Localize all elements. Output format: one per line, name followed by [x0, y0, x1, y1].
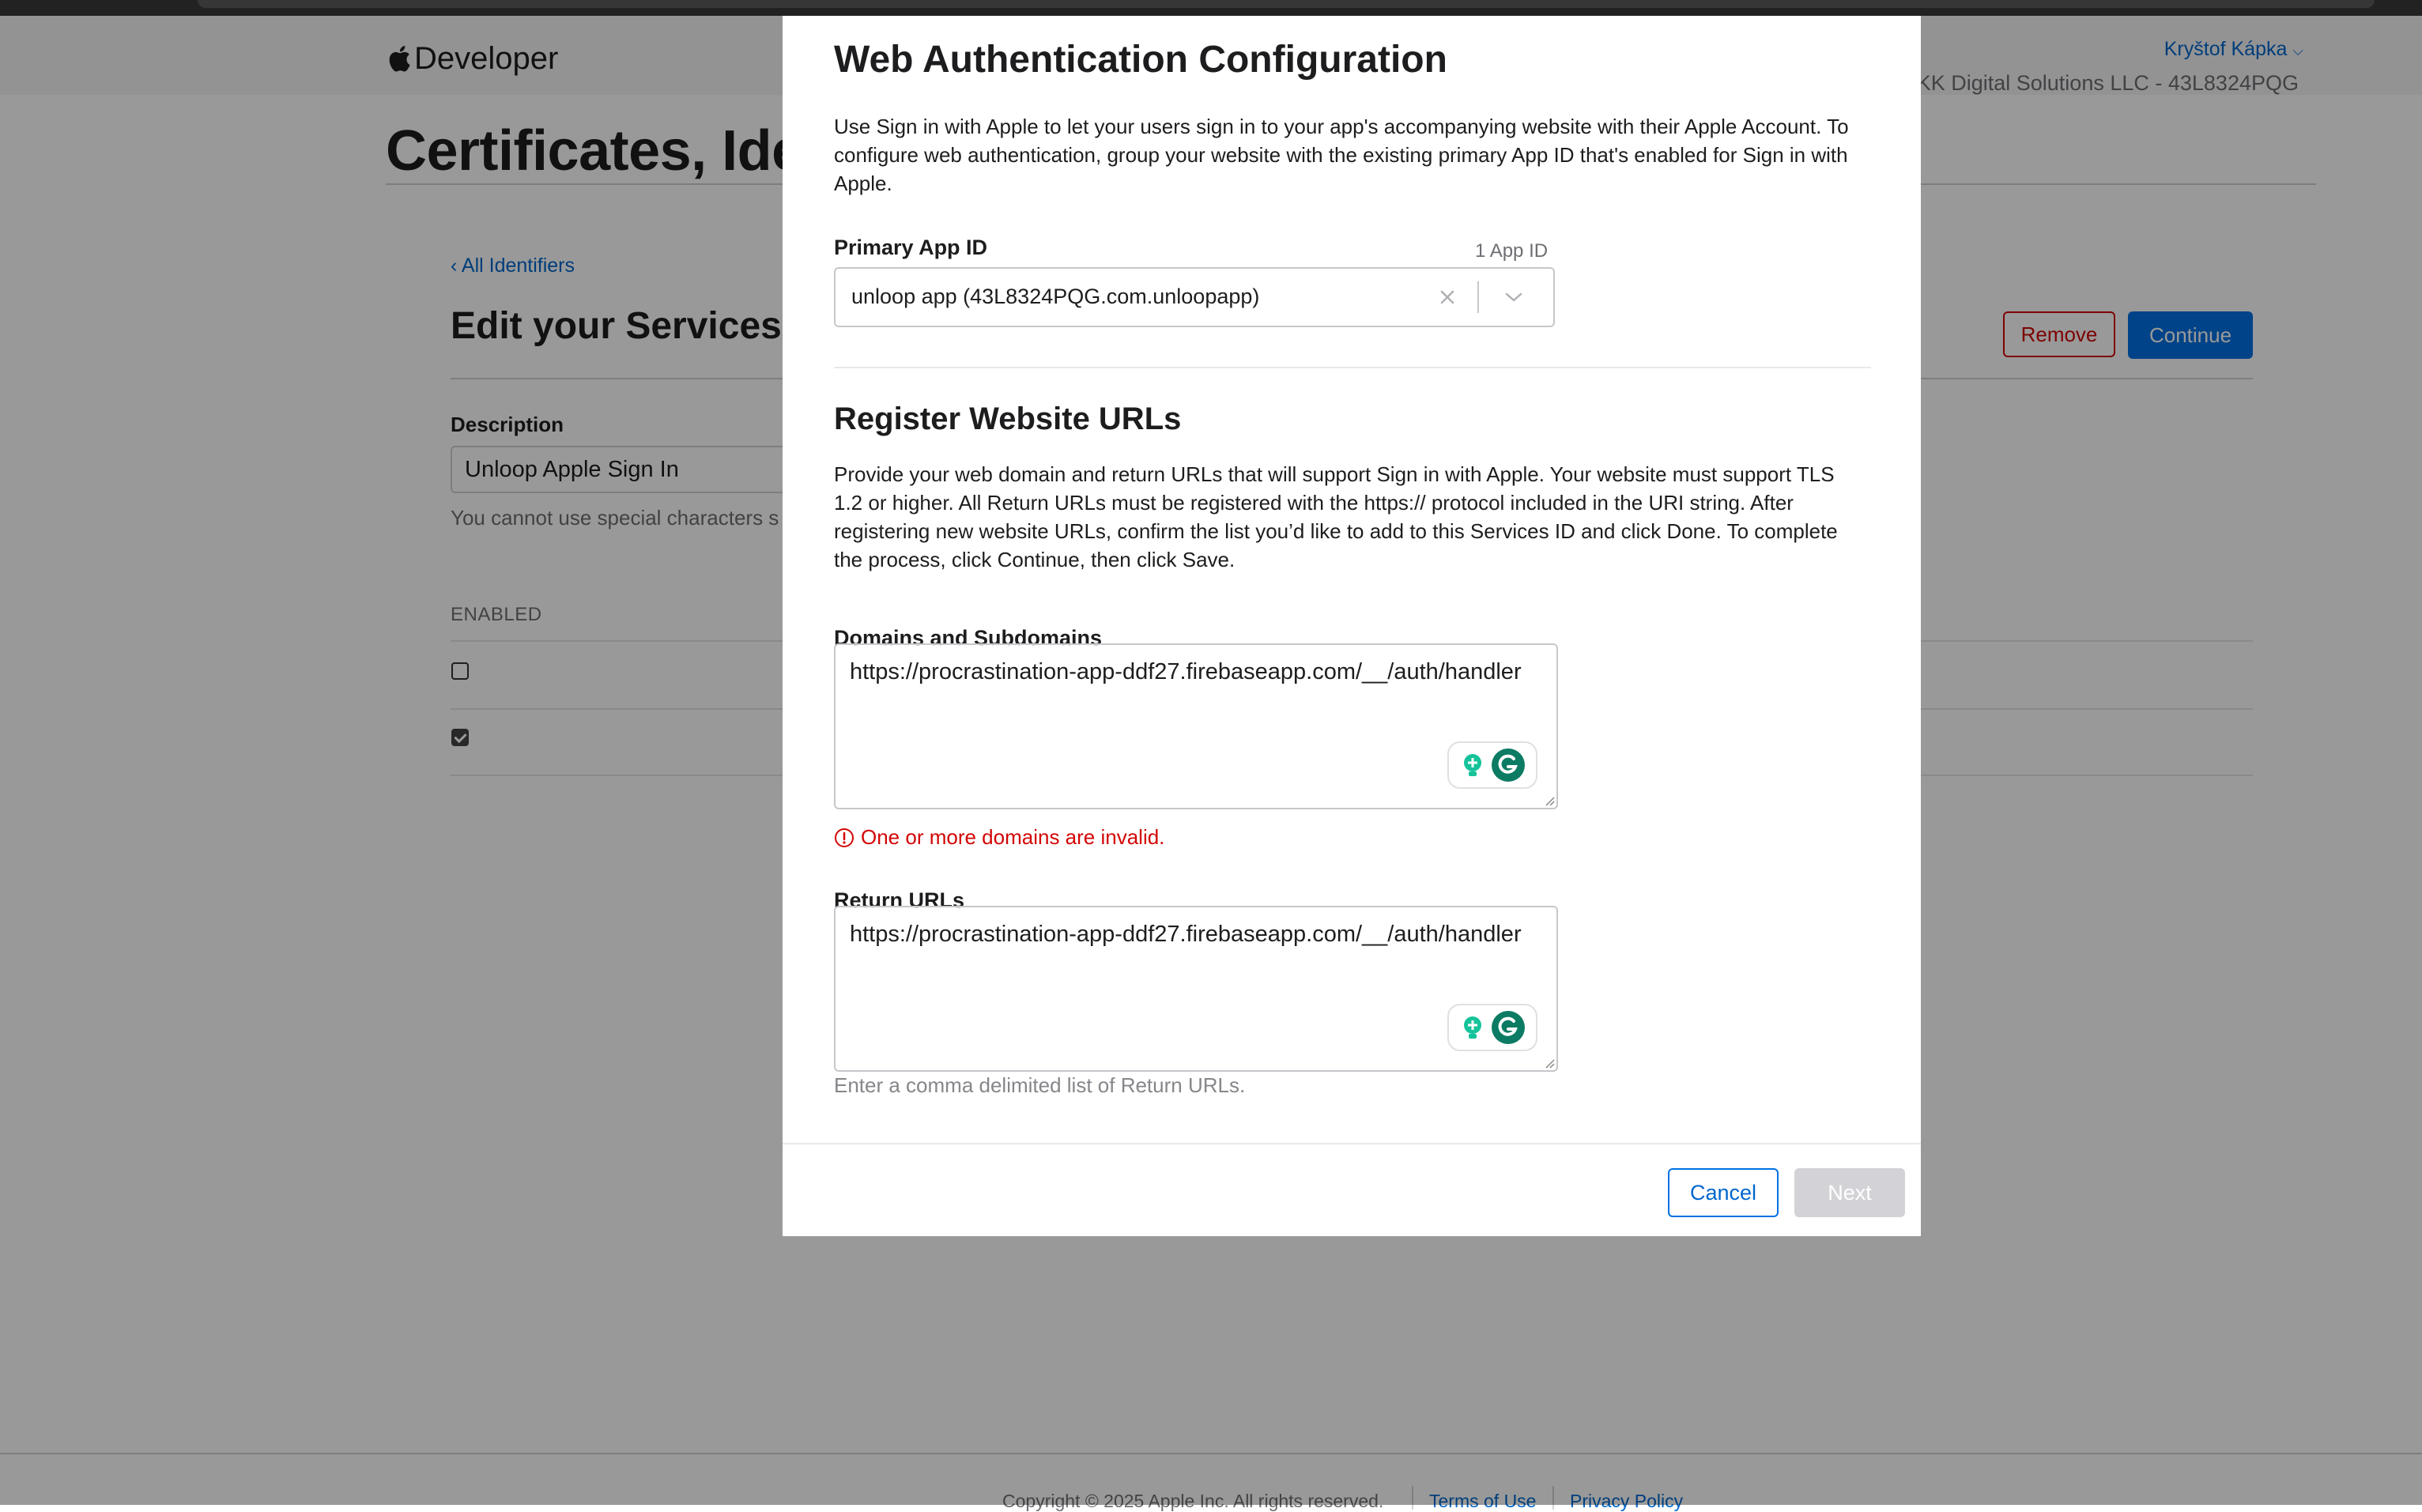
lightbulb-icon — [1464, 754, 1481, 776]
cancel-button[interactable]: Cancel — [1668, 1168, 1779, 1217]
primary-app-id-select[interactable]: unloop app (43L8324PQG.com.unloopapp) — [834, 267, 1555, 327]
return-urls-hint: Enter a comma delimited list of Return U… — [834, 1073, 1246, 1097]
lightbulb-icon — [1464, 1016, 1481, 1039]
domains-value: https://procrastination-app-ddf27.fireba… — [850, 659, 1522, 684]
next-button[interactable]: Next — [1794, 1168, 1905, 1217]
modal-intro-text: Use Sign in with Apple to let your users… — [834, 115, 1849, 195]
resize-handle-icon[interactable] — [1544, 795, 1555, 806]
resize-handle-icon[interactable] — [1544, 1058, 1555, 1069]
domains-error: One or more domains are invalid. — [834, 825, 1164, 850]
grammarly-icon — [1492, 1011, 1525, 1044]
return-urls-textarea[interactable]: https://procrastination-app-ddf27.fireba… — [834, 906, 1558, 1072]
web-auth-config-modal: Web Authentication Configuration Use Sig… — [783, 16, 1921, 1236]
modal-title: Web Authentication Configuration — [834, 39, 1447, 81]
primary-app-id-count: 1 App ID — [1475, 240, 1549, 262]
chevron-down-icon[interactable] — [1492, 280, 1536, 315]
grammarly-icon — [1492, 748, 1525, 782]
domains-error-text: One or more domains are invalid. — [861, 825, 1165, 849]
grammarly-widget[interactable] — [1447, 1004, 1537, 1051]
register-urls-description: Provide your web domain and return URLs … — [834, 462, 1838, 571]
return-urls-value: https://procrastination-app-ddf27.fireba… — [850, 922, 1522, 947]
clear-icon[interactable] — [1430, 280, 1465, 315]
register-urls-title: Register Website URLs — [834, 402, 1182, 436]
select-divider — [1477, 281, 1479, 313]
primary-app-id-value: unloop app (43L8324PQG.com.unloopapp) — [851, 285, 1260, 308]
modal-divider — [834, 367, 1871, 368]
error-icon — [835, 828, 854, 847]
domains-textarea[interactable]: https://procrastination-app-ddf27.fireba… — [834, 643, 1558, 809]
primary-app-id-label: Primary App ID — [834, 236, 988, 259]
grammarly-widget[interactable] — [1447, 741, 1537, 789]
modal-footer-divider — [783, 1143, 1921, 1144]
